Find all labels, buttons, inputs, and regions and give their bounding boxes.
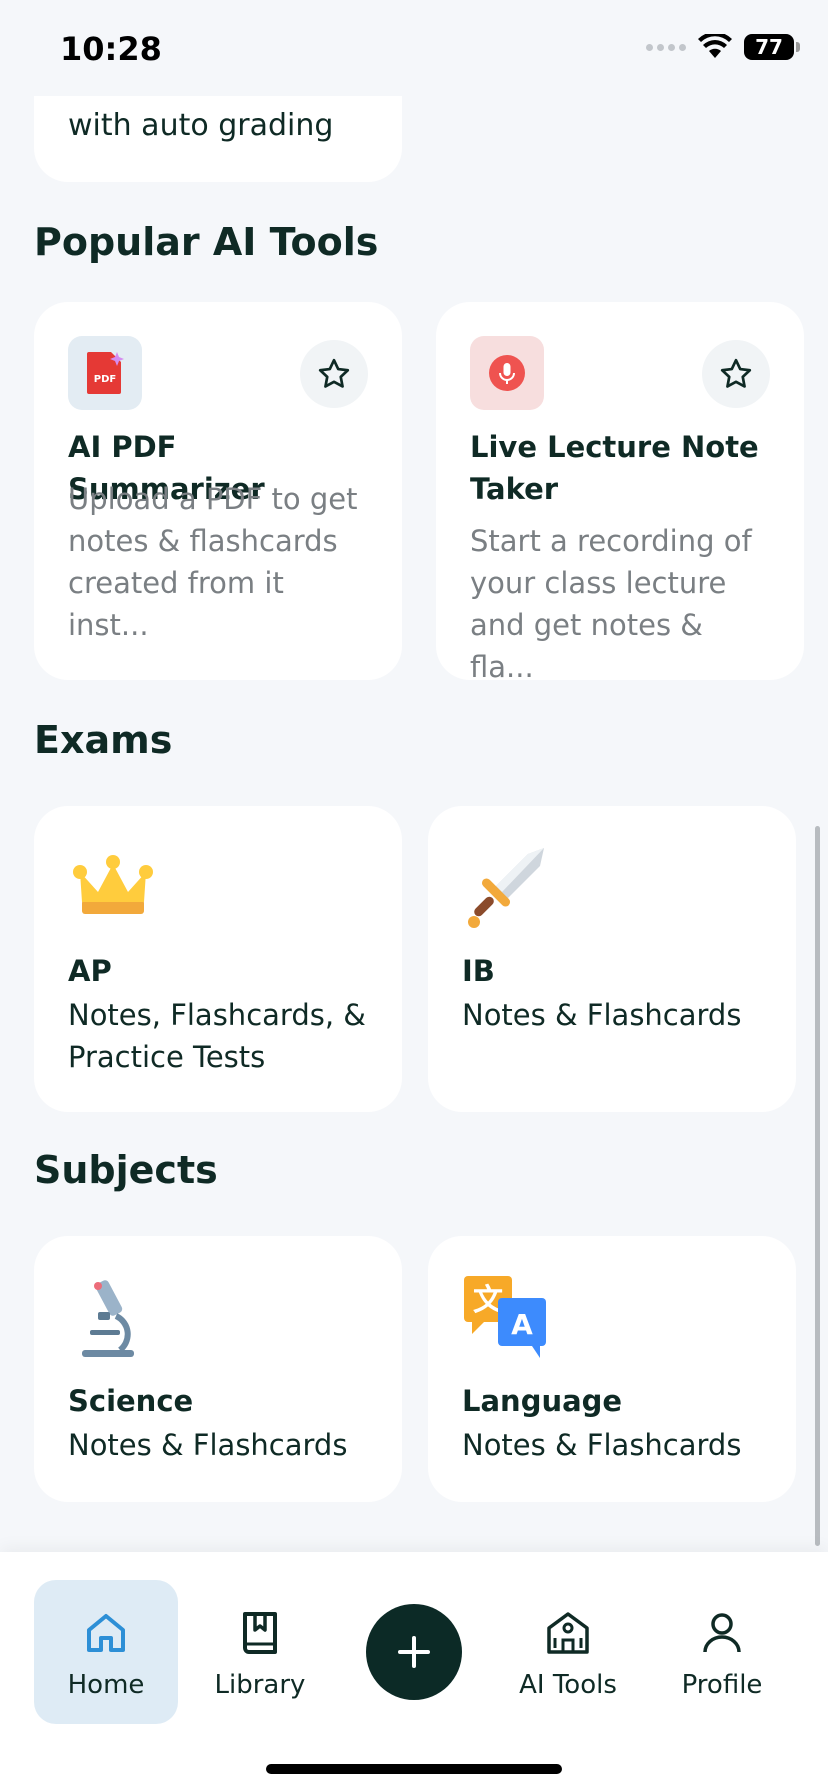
battery-icon: 77 — [744, 34, 800, 60]
subject-title: Language — [462, 1384, 623, 1418]
status-time: 10:28 — [60, 30, 162, 68]
tab-profile-label: Profile — [681, 1670, 763, 1700]
pdf-icon: PDF — [68, 336, 142, 410]
tool-card-pdf-summarizer[interactable]: PDF AI PDF Summarizer Upload a PDF to ge… — [34, 302, 402, 680]
star-icon — [318, 358, 350, 388]
exam-title: AP — [68, 954, 112, 988]
exam-subtitle: Notes, Flashcards, & Practice Tests — [68, 998, 366, 1074]
subject-card-science[interactable]: Science Notes & Flashcards — [34, 1236, 402, 1502]
bottom-tab-bar: Home Library AI Tools Profile — [0, 1552, 828, 1792]
school-building-icon — [547, 1612, 589, 1654]
subject-subtitle: Notes & Flashcards — [462, 1428, 742, 1462]
tool-title: Live Lecture Note Taker — [470, 430, 759, 506]
exam-card-ap[interactable]: AP Notes, Flashcards, & Practice Tests — [34, 806, 402, 1112]
star-icon — [720, 358, 752, 388]
cellular-signal-icon — [646, 43, 686, 51]
microscope-icon — [82, 1280, 134, 1357]
status-bar: 10:28 77 — [0, 0, 828, 96]
tab-ai-tools[interactable]: AI Tools — [496, 1580, 640, 1724]
favorite-star-button[interactable] — [702, 340, 770, 408]
tab-library[interactable]: Library — [188, 1580, 332, 1724]
svg-text:PDF: PDF — [94, 374, 116, 385]
tool-description: Start a recording of your class lecture … — [470, 524, 752, 684]
section-title-subjects: Subjects — [34, 1148, 218, 1192]
book-icon — [243, 1612, 277, 1654]
sword-icon — [468, 848, 544, 928]
exam-subtitle: Notes & Flashcards — [462, 998, 742, 1032]
wifi-icon — [698, 34, 732, 58]
tool-card-live-lecture-note-taker[interactable]: Live Lecture Note Taker Start a recordin… — [436, 302, 804, 684]
home-indicator — [266, 1764, 562, 1774]
tab-library-label: Library — [214, 1670, 306, 1700]
subject-card-language[interactable]: 文 A Language Notes & Flashcards — [428, 1236, 796, 1502]
tab-home[interactable]: Home — [34, 1580, 178, 1724]
user-icon — [703, 1613, 741, 1653]
partial-card-text: with auto grading — [68, 108, 334, 143]
section-title-popular-ai-tools: Popular AI Tools — [34, 220, 379, 264]
tab-profile[interactable]: Profile — [650, 1580, 794, 1724]
section-title-exams: Exams — [34, 718, 173, 762]
subject-title: Science — [68, 1384, 194, 1418]
exam-card-ib[interactable]: IB Notes & Flashcards — [428, 806, 796, 1112]
exam-title: IB — [462, 954, 495, 988]
scrollbar[interactable] — [815, 826, 820, 1546]
plus-icon — [398, 1636, 430, 1668]
home-icon — [87, 1614, 125, 1652]
tab-home-label: Home — [67, 1670, 145, 1700]
tool-description: Upload a PDF to get notes & flashcards c… — [68, 482, 358, 642]
translate-icon: 文 A — [464, 1276, 546, 1358]
svg-text:A: A — [511, 1308, 533, 1341]
home-scroll-content[interactable]: with auto grading Popular AI Tools PDF A… — [0, 0, 828, 1552]
crown-icon — [73, 855, 153, 914]
subject-subtitle: Notes & Flashcards — [68, 1428, 348, 1462]
microphone-icon — [470, 336, 544, 410]
tab-ai-tools-label: AI Tools — [519, 1670, 617, 1700]
favorite-star-button[interactable] — [300, 340, 368, 408]
add-button[interactable] — [366, 1604, 462, 1700]
